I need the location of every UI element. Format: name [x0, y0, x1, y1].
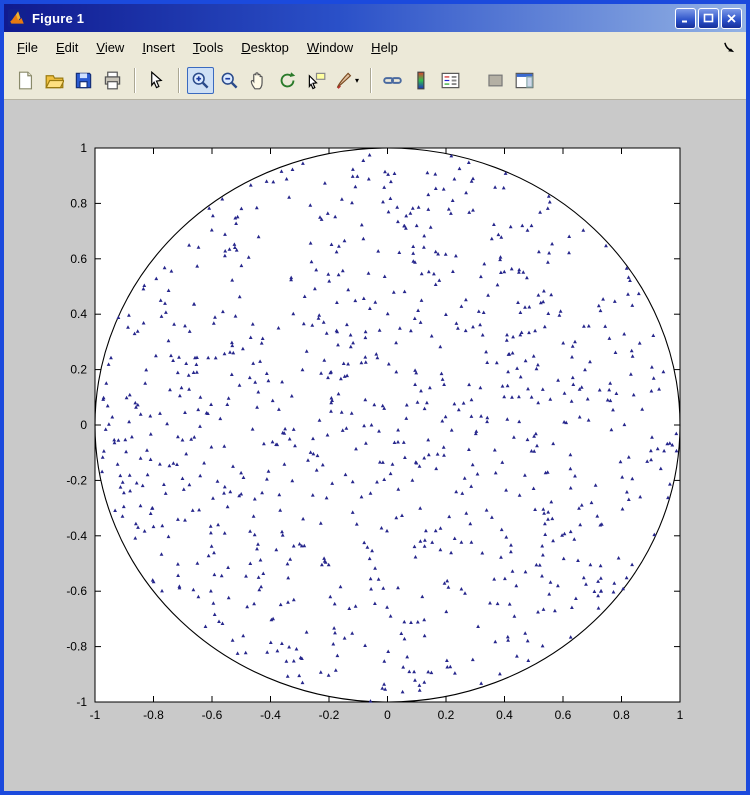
svg-text:-0.4: -0.4 — [260, 708, 281, 722]
minimize-button[interactable] — [675, 8, 696, 29]
svg-text:-0.8: -0.8 — [143, 708, 164, 722]
new-figure-icon — [16, 71, 35, 90]
svg-text:-1: -1 — [76, 695, 87, 709]
menu-accelerator: V — [96, 40, 104, 55]
svg-text:0.6: 0.6 — [70, 252, 87, 266]
hide-plot-tools-icon — [486, 71, 505, 90]
print-figure-button[interactable] — [99, 67, 126, 94]
matlab-figure-icon — [8, 9, 26, 27]
close-icon — [726, 13, 737, 24]
link-plot-icon — [383, 71, 402, 90]
svg-text:0.2: 0.2 — [70, 363, 87, 377]
menubar: FileEditViewInsertToolsDesktopWindowHelp — [4, 32, 746, 62]
svg-text:-0.6: -0.6 — [202, 708, 223, 722]
zoom-in-button[interactable] — [187, 67, 214, 94]
save-figure-icon — [74, 71, 93, 90]
menu-accelerator: W — [307, 40, 319, 55]
window-controls — [675, 8, 742, 29]
menu-item-edit[interactable]: Edit — [47, 34, 87, 61]
svg-text:-0.2: -0.2 — [66, 473, 87, 487]
menu-accelerator: E — [56, 40, 65, 55]
svg-text:1: 1 — [80, 141, 87, 155]
insert-colorbar-button[interactable] — [408, 67, 435, 94]
new-figure-button[interactable] — [12, 67, 39, 94]
menu-item-desktop[interactable]: Desktop — [232, 34, 298, 61]
svg-text:-0.6: -0.6 — [66, 584, 87, 598]
toolbar: ▾ — [4, 62, 746, 100]
hide-plot-tools-button[interactable] — [482, 67, 509, 94]
toolbar-separator — [178, 68, 179, 93]
menu-items: FileEditViewInsertToolsDesktopWindowHelp — [8, 34, 407, 61]
close-button[interactable] — [721, 8, 742, 29]
maximize-icon — [703, 13, 714, 24]
dock-arrow-icon — [723, 41, 736, 54]
svg-text:-1: -1 — [90, 708, 101, 722]
link-plot-button[interactable] — [379, 67, 406, 94]
toolbar-separator — [134, 68, 135, 93]
insert-legend-button[interactable] — [437, 67, 464, 94]
hand-pan-icon — [249, 71, 268, 90]
show-plot-tools-icon — [515, 71, 534, 90]
rotate-3d-icon — [278, 71, 297, 90]
rotate-3d-button[interactable] — [274, 67, 301, 94]
figure-canvas[interactable]: -1 -0.8 -0.6 -0.4 -0.2 0 0.2 0.4 0.6 0.8 1 -1 -0.8 -0… — [4, 100, 746, 791]
save-figure-button[interactable] — [70, 67, 97, 94]
pan-button[interactable] — [245, 67, 272, 94]
svg-text:0.6: 0.6 — [555, 708, 572, 722]
toolbar-separator — [370, 68, 371, 93]
zoom-out-icon — [220, 71, 239, 90]
menu-item-window[interactable]: Window — [298, 34, 362, 61]
menu-item-view[interactable]: View — [87, 34, 133, 61]
brush-button[interactable]: ▾ — [332, 67, 362, 94]
svg-text:0: 0 — [80, 418, 87, 432]
colorbar-icon — [412, 71, 431, 90]
menu-item-file[interactable]: File — [8, 34, 47, 61]
window-title: Figure 1 — [32, 11, 669, 26]
menu-item-insert[interactable]: Insert — [133, 34, 184, 61]
dock-figure-button[interactable] — [717, 39, 742, 56]
svg-text:0.8: 0.8 — [70, 196, 87, 210]
svg-text:-0.4: -0.4 — [66, 529, 87, 543]
brush-icon — [335, 71, 354, 90]
show-plot-tools-button[interactable] — [511, 67, 538, 94]
menu-item-help[interactable]: Help — [362, 34, 407, 61]
svg-text:-0.2: -0.2 — [319, 708, 340, 722]
titlebar[interactable]: Figure 1 — [4, 4, 746, 32]
svg-text:0.4: 0.4 — [496, 708, 513, 722]
edit-plot-button[interactable] — [143, 67, 170, 94]
svg-text:0: 0 — [384, 708, 391, 722]
svg-text:0.4: 0.4 — [70, 307, 87, 321]
menu-accelerator: I — [142, 40, 146, 55]
data-cursor-icon — [307, 71, 326, 90]
svg-text:0.2: 0.2 — [438, 708, 455, 722]
figure-window: Figure 1 FileEditViewInsertToolsDesktopW… — [0, 0, 750, 795]
maximize-button[interactable] — [698, 8, 719, 29]
open-file-icon — [45, 71, 64, 90]
brush-dropdown-caret[interactable]: ▾ — [355, 77, 359, 85]
legend-icon — [441, 71, 460, 90]
menu-accelerator: F — [17, 40, 25, 55]
zoom-in-icon — [191, 71, 210, 90]
data-cursor-button[interactable] — [303, 67, 330, 94]
open-file-button[interactable] — [41, 67, 68, 94]
plot-axes[interactable]: -1 -0.8 -0.6 -0.4 -0.2 0 0.2 0.4 0.6 0.8 1 -1 -0.8 -0… — [4, 100, 746, 791]
edit-plot-arrow-icon — [147, 71, 166, 90]
menu-accelerator: T — [193, 40, 200, 55]
svg-text:-0.8: -0.8 — [66, 640, 87, 654]
zoom-out-button[interactable] — [216, 67, 243, 94]
svg-text:1: 1 — [677, 708, 684, 722]
minimize-icon — [680, 13, 691, 24]
svg-text:0.8: 0.8 — [613, 708, 630, 722]
print-figure-icon — [103, 71, 122, 90]
menu-accelerator: D — [241, 40, 250, 55]
menu-item-tools[interactable]: Tools — [184, 34, 232, 61]
menu-accelerator: H — [371, 40, 380, 55]
